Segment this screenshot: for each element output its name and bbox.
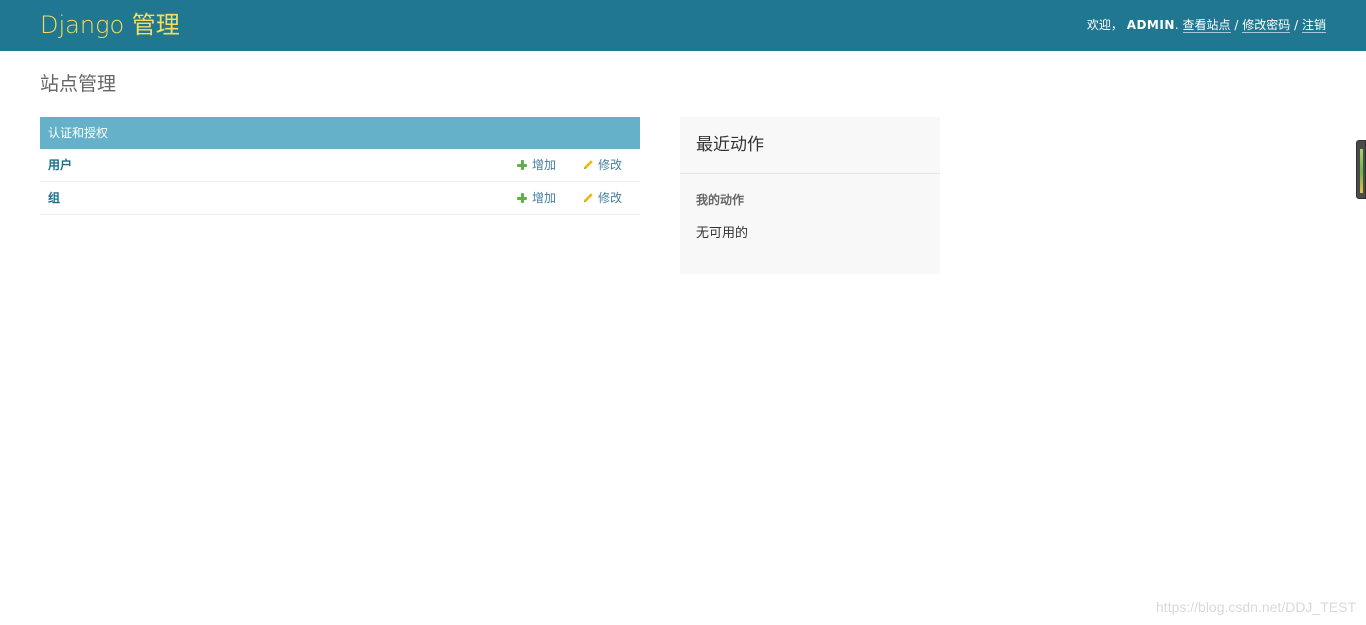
username-dot: . [1174,18,1179,32]
separator: / [1294,18,1299,32]
welcome-text: 欢迎， [1086,18,1123,32]
user-tools: 欢迎， ADMIN. 查看站点 / 修改密码 / 注销 [1087,17,1326,33]
header: Django 管理 欢迎， ADMIN. 查看站点 / 修改密码 / 注销 [0,0,1366,51]
change-password-link[interactable]: 修改密码 [1242,18,1291,33]
change-label: 修改 [598,191,623,205]
model-link-users[interactable]: 用户 [48,157,72,173]
auth-module: 认证和授权 用户 增加 修改 组 增加 修改 [40,117,640,215]
change-label: 修改 [598,158,623,172]
recent-actions-title: 最近动作 [696,135,764,155]
pencil-icon [583,160,593,170]
no-actions-text: 无可用的 [696,226,749,241]
username: ADMIN [1126,18,1175,32]
module-caption-auth[interactable]: 认证和授权 [40,117,640,149]
model-row-groups: 组 增加 修改 [40,182,640,215]
my-actions-heading: 我的动作 [696,193,745,207]
pencil-icon [583,193,593,203]
side-floating-widget[interactable] [1356,140,1366,199]
recent-actions-panel: 最近动作 我的动作 无可用的 [680,117,940,274]
add-group-button[interactable]: 增加 [517,190,556,206]
site-branding-link[interactable]: Django 管理 [40,10,180,40]
page-title: 站点管理 [40,73,117,95]
model-row-users: 用户 增加 修改 [40,149,640,182]
watermark: https://blog.csdn.net/DDJ_TEST [1156,599,1356,615]
model-link-groups[interactable]: 组 [48,190,60,206]
change-groups-button[interactable]: 修改 [583,190,622,206]
change-users-button[interactable]: 修改 [583,157,622,173]
add-user-button[interactable]: 增加 [517,157,556,173]
divider [680,173,940,174]
separator: / [1234,18,1239,32]
logout-link[interactable]: 注销 [1301,18,1326,33]
add-label: 增加 [532,191,557,205]
view-site-link[interactable]: 查看站点 [1182,18,1231,33]
plus-icon [517,193,527,203]
add-label: 增加 [532,158,557,172]
widget-meter-icon [1360,149,1363,193]
plus-icon [517,160,527,170]
